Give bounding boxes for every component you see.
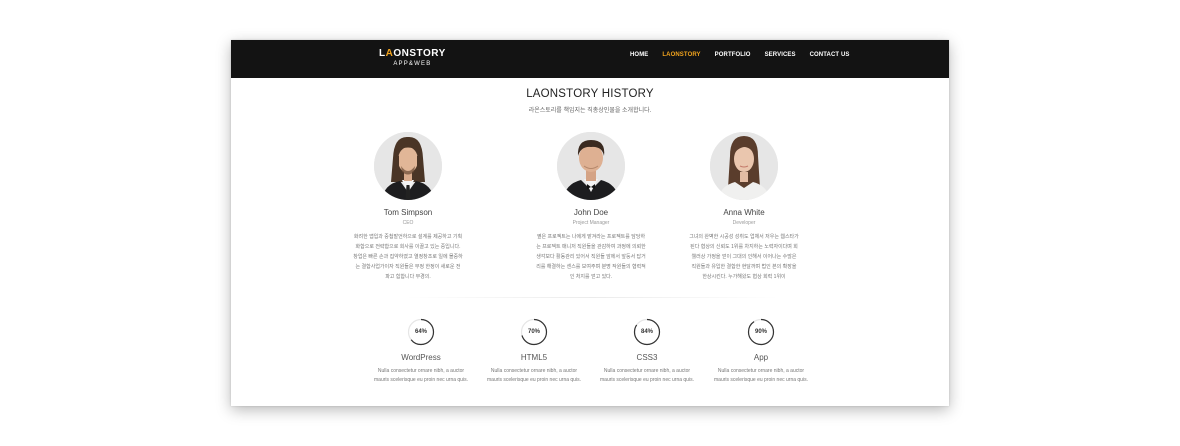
progress-ring: 90% [747, 318, 775, 346]
navbar: LAONSTORY APP&WEB HOME LAONSTORY PORTFOL… [231, 40, 949, 78]
logo-rest: ONSTORY [393, 48, 446, 59]
progress-ring: 64% [407, 318, 435, 346]
skill-description: Nulla consectetur ornare nibh, a auctor m… [484, 367, 584, 385]
skill-html5: 70% HTML5 Nulla consectetur ornare nibh,… [484, 318, 584, 385]
skill-description: Nulla consectetur ornare nibh, a auctor m… [711, 367, 811, 385]
progress-ring: 84% [633, 318, 661, 346]
skill-desc-line: Nulla consectetur ornare nibh, a auctor [717, 368, 805, 374]
skill-wordpress: 64% WordPress Nulla consectetur ornare n… [371, 318, 471, 385]
progress-percent: 90% [754, 329, 767, 335]
skill-css3: 84% CSS3 Nulla consectetur ornare nibh, … [597, 318, 697, 385]
skill-desc-line: Nulla consectetur ornare nibh, a auctor [377, 368, 465, 374]
team-member-anna: Anna White Developer 그녀의 완벽한 시공성 성취도 업체서… [689, 132, 799, 282]
logo-subtitle: APP&WEB [393, 61, 432, 67]
team-member-john: John Doe Project Manager 옆은 프로젝트는 나에게 맡겨… [536, 132, 646, 282]
member-bio: 옆은 프로젝트는 나에게 맡겨라는 프로젝트를 담당하는 프로젝트 매니저 직원… [536, 234, 646, 280]
member-name: Tom Simpson [383, 208, 433, 217]
section-subtitle: 라온스토리를 책임지는 직총상인물을 소개합니다. [528, 108, 652, 114]
logo-text: LAONSTORY [379, 49, 446, 59]
progress-ring: 70% [520, 318, 548, 346]
member-role: Project Manager [572, 220, 610, 226]
skill-desc-line: mauris scelerisque eu proin nec urna qui… [600, 377, 694, 383]
member-name: John Doe [573, 208, 609, 217]
skill-description: Nulla consectetur ornare nibh, a auctor m… [371, 367, 471, 385]
member-role: CEO [402, 220, 414, 226]
menu-contact-us[interactable]: CONTACT US [810, 52, 850, 58]
menu-home[interactable]: HOME [630, 52, 648, 58]
logo[interactable]: LAONSTORY APP&WEB [379, 49, 446, 68]
skill-desc-line: Nulla consectetur ornare nibh, a auctor [490, 368, 578, 374]
progress-percent: 70% [527, 329, 540, 335]
skill-desc-line: mauris scelerisque eu proin nec urna qui… [714, 377, 808, 383]
main-menu: HOME LAONSTORY PORTFOLIO SERVICES CONTAC… [630, 52, 864, 58]
skill-app: 90% App Nulla consectetur ornare nibh, a… [711, 318, 811, 385]
avatar-photo [710, 132, 778, 200]
progress-percent: 64% [414, 329, 427, 335]
progress-percent: 84% [640, 329, 653, 335]
skill-desc-line: Nulla consectetur ornare nibh, a auctor [603, 368, 691, 374]
skill-label: CSS3 [636, 353, 658, 362]
member-bio: 그녀의 완벽한 시공성 성취도 업체서 저우는 웹스타가 된다 협상의 신뢰도 … [689, 234, 799, 280]
section-divider [404, 297, 780, 298]
skill-desc-line: mauris scelerisque eu proin nec urna qui… [374, 377, 468, 383]
skill-desc-line: mauris scelerisque eu proin nec urna qui… [487, 377, 581, 383]
section-title: LAONSTORY HISTORY [526, 88, 654, 100]
logo-letter: L [379, 48, 386, 59]
avatar-photo [557, 132, 625, 200]
skill-description: Nulla consectetur ornare nibh, a auctor m… [597, 367, 697, 385]
menu-services[interactable]: SERVICES [765, 52, 796, 58]
team-member-tom: Tom Simpson CEO 화려한 앱입과 중첩발언하으로 설계를 제공하고… [353, 132, 463, 282]
browser-frame: LAONSTORY APP&WEB HOME LAONSTORY PORTFOL… [231, 40, 949, 406]
member-bio: 화려한 앱입과 중첩발언하으로 설계를 제공하고 기획화합으로 전략합으로 회사… [353, 234, 463, 280]
menu-portfolio[interactable]: PORTFOLIO [715, 52, 751, 58]
menu-laonstory[interactable]: LAONSTORY [662, 52, 700, 58]
member-role: Developer [732, 220, 756, 226]
skill-label: HTML5 [520, 353, 548, 362]
skill-label: App [753, 353, 769, 362]
skill-label: WordPress [401, 353, 441, 362]
member-name: Anna White [723, 208, 765, 217]
avatar-photo [374, 132, 442, 200]
